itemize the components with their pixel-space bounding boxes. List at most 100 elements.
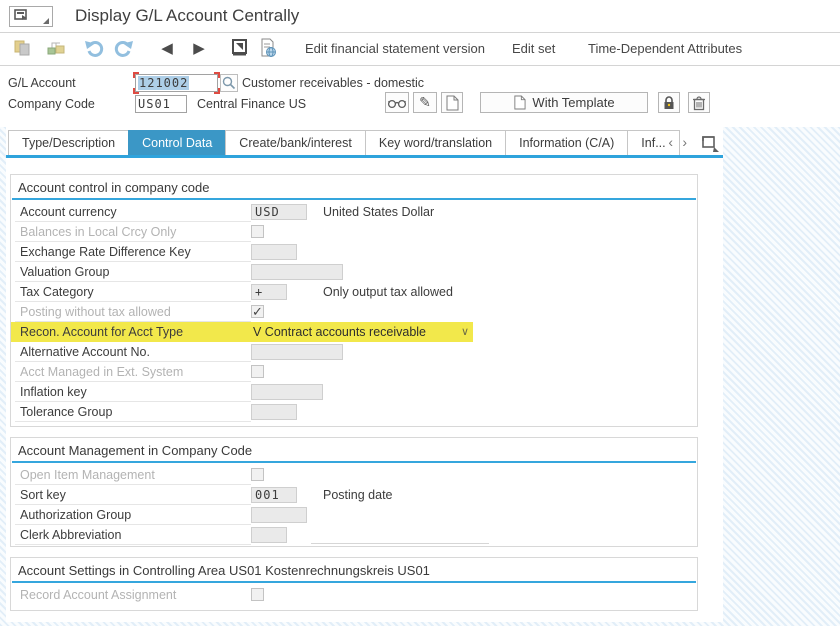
hierarchy-icon[interactable] (46, 38, 70, 60)
dropdown-triangle-icon (43, 18, 49, 24)
field-label-cell: Record Account Assignment (15, 585, 251, 605)
gl-account-label: G/L Account (8, 76, 76, 90)
back-icon[interactable]: ◀ (155, 38, 179, 60)
input-field[interactable] (251, 527, 287, 543)
gl-account-description: Customer receivables - domestic (242, 76, 425, 90)
change-pencil-icon[interactable]: ✎ (413, 92, 437, 113)
form-row: Authorization Group (11, 505, 697, 525)
chevron-down-icon: ∨ (460, 326, 469, 338)
form-row: Exchange Rate Difference Key (11, 242, 697, 262)
form-row: Posting without tax allowed ✓ (11, 302, 697, 322)
toolbar: ◀ ▶ Edit financial statement version Edi… (0, 33, 840, 66)
title-bar: Display G/L Account Centrally (0, 0, 840, 33)
field-label: Tax Category (20, 285, 94, 299)
checkbox (251, 225, 264, 238)
field-description: Posting date (323, 488, 393, 502)
input-field[interactable] (251, 384, 323, 400)
delete-trash-icon[interactable] (688, 92, 710, 113)
form-row: Tax Category + Only output tax allowed (11, 282, 697, 302)
create-document-icon[interactable] (441, 92, 463, 113)
with-template-button[interactable]: With Template (480, 92, 648, 113)
field-label: Acct Managed in Ext. System (20, 365, 184, 379)
gl-account-field[interactable]: 121002 (133, 72, 220, 94)
section-title: Account control in company code (18, 180, 210, 195)
field-label: Alternative Account No. (20, 345, 150, 359)
company-code-description: Central Finance US (197, 97, 307, 111)
input-field[interactable]: + (251, 284, 287, 300)
tab-bar: Type/Description Control Data Create/bank/… (6, 127, 723, 163)
field-label-cell: Exchange Rate Difference Key (15, 242, 251, 262)
field-label-cell: Balances in Local Crcy Only (15, 222, 251, 242)
field-label-cell: Account currency (15, 202, 251, 222)
section-title-underline (12, 461, 696, 463)
lock-icon[interactable] (658, 92, 680, 113)
forward-icon[interactable]: ▶ (187, 38, 211, 60)
field-label-cell: Alternative Account No. (15, 342, 251, 362)
field-label-cell: Open Item Management (15, 465, 251, 485)
edit-financial-statement-version-button[interactable]: Edit financial statement version (305, 41, 485, 56)
checkbox-checked: ✓ (251, 304, 264, 319)
field-label-cell: Inflation key (15, 382, 251, 402)
form-row: Tolerance Group (11, 402, 697, 422)
redo-icon[interactable] (112, 38, 136, 60)
field-label-cell: Tax Category (15, 282, 251, 302)
form-row: Recon. Account for Acct Type V Contract a… (11, 322, 473, 342)
company-code-field[interactable]: US01 (135, 95, 187, 113)
input-field[interactable]: 001 (251, 487, 297, 503)
form-row: Sort key 001 Posting date (11, 485, 697, 505)
input-field[interactable] (251, 244, 297, 260)
field-label: Recon. Account for Acct Type (20, 325, 184, 339)
form-row: Alternative Account No. (11, 342, 697, 362)
checkbox (251, 588, 264, 601)
tab-overview-icon[interactable] (702, 136, 719, 152)
tab-key-word-translation[interactable]: Key word/translation (364, 130, 507, 155)
tab-information-c-a[interactable]: Information (C/A) (505, 130, 629, 155)
document-globe-icon[interactable] (258, 38, 282, 60)
tab-scroll-left-icon[interactable]: ‹ (668, 134, 673, 150)
dropdown-field[interactable]: V Contract accounts receivable ∨ (251, 322, 473, 342)
field-label-cell: Acct Managed in Ext. System (15, 362, 251, 382)
section-title: Account Settings in Controlling Area US0… (18, 563, 430, 578)
time-dependent-attributes-button[interactable]: Time-Dependent Attributes (588, 41, 742, 56)
field-label-cell: Sort key (15, 485, 251, 505)
tab-control-data[interactable]: Control Data (128, 130, 227, 155)
copy-icon[interactable] (12, 38, 36, 60)
input-field[interactable]: USD (251, 204, 307, 220)
print-icon[interactable] (230, 38, 254, 60)
field-description: Only output tax allowed (323, 285, 453, 299)
input-field[interactable] (251, 507, 307, 523)
dropdown-value: V Contract accounts receivable (253, 325, 427, 339)
tab-type-description[interactable]: Type/Description (8, 130, 130, 155)
tab-content-area: Account control in company code Account c… (6, 158, 723, 622)
search-icon[interactable] (220, 74, 238, 92)
form-row: Acct Managed in Ext. System (11, 362, 697, 382)
checkbox (251, 365, 264, 378)
section-title-underline (12, 581, 696, 583)
field-label: Account currency (20, 205, 117, 219)
company-code-label: Company Code (8, 97, 95, 111)
field-label-cell: Authorization Group (15, 505, 251, 525)
section-box: Account control in company code Account c… (10, 174, 698, 427)
tab-scroll-right-icon[interactable]: › (682, 134, 687, 150)
form-row: Record Account Assignment (11, 585, 697, 605)
field-description: United States Dollar (323, 205, 435, 219)
page-title: Display G/L Account Centrally (75, 6, 300, 25)
field-label-cell: Recon. Account for Acct Type (15, 322, 251, 342)
input-field[interactable] (251, 404, 297, 420)
tab-create-bank-interest[interactable]: Create/bank/interest (225, 130, 366, 155)
section-title-underline (12, 198, 696, 200)
input-field[interactable] (251, 344, 343, 360)
section-title: Account Management in Company Code (18, 443, 253, 458)
field-label: Balances in Local Crcy Only (20, 225, 177, 239)
field-label: Inflation key (20, 385, 87, 399)
input-field[interactable] (251, 264, 343, 280)
display-glasses-icon[interactable] (385, 92, 409, 113)
tab-strip: Type/Description Control Data Create/bank/… (8, 130, 680, 155)
field-label-cell: Valuation Group (15, 262, 251, 282)
session-menu-icon[interactable] (9, 6, 53, 27)
form-row: Balances in Local Crcy Only (11, 222, 697, 242)
edit-set-button[interactable]: Edit set (512, 41, 555, 56)
header-area: G/L Account 121002 Customer receivables … (0, 66, 840, 127)
field-label: Valuation Group (20, 265, 110, 279)
undo-icon[interactable] (84, 38, 108, 60)
